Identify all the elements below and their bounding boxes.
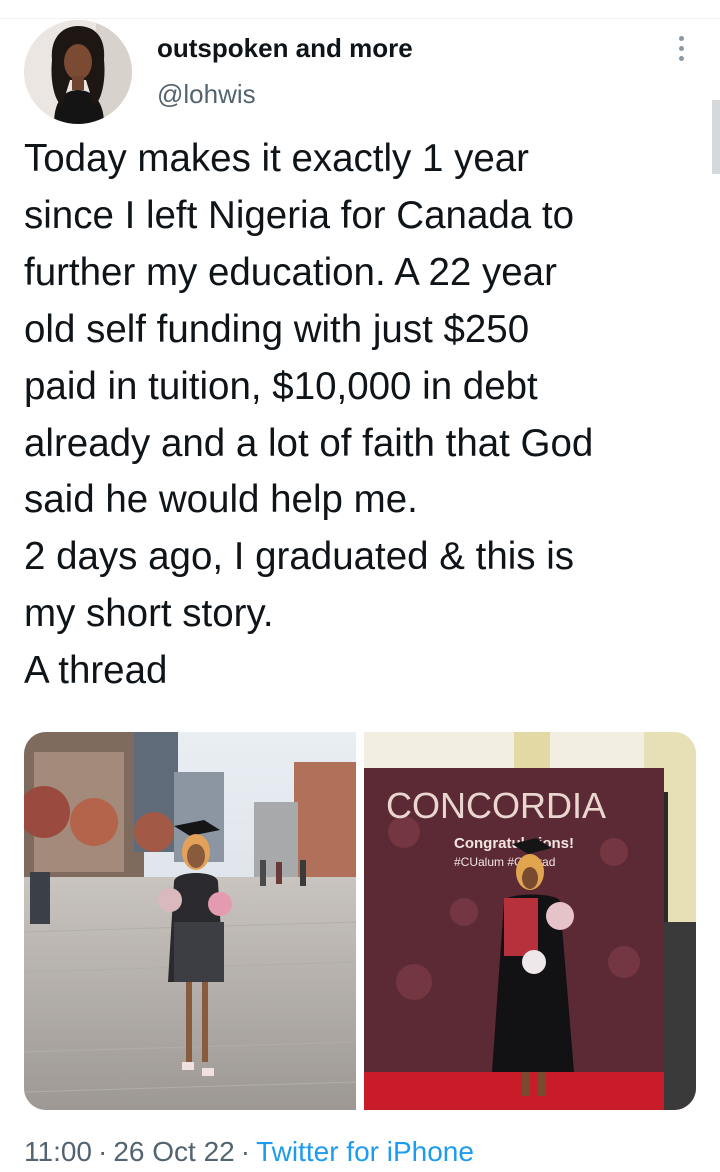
photo-concordia-backdrop: CONCORDIA Congratulations! #CUalum #CUgr… — [364, 732, 696, 1110]
tweet-source-link[interactable]: Twitter for iPhone — [256, 1136, 474, 1167]
tweet-text-line: Today makes it exactly 1 year — [24, 137, 529, 180]
tweet-text: Today makes it exactly 1 year since I le… — [24, 131, 704, 700]
meta-separator: · — [240, 1136, 251, 1167]
media-grid: CONCORDIA Congratulations! #CUalum #CUgr… — [24, 732, 696, 1110]
tweet-text-line: further my education. A 22 year — [24, 250, 557, 294]
more-vertical-icon-dot-2 — [678, 45, 684, 51]
avatar-photo — [24, 20, 132, 124]
tweet-date[interactable]: 26 Oct 22 — [113, 1136, 234, 1167]
tweet-text-line: A thread — [24, 649, 168, 693]
media-photo-concordia[interactable]: CONCORDIA Congratulations! #CUalum #CUgr… — [364, 732, 696, 1110]
media-photo-street[interactable] — [24, 732, 356, 1110]
tweet-text-line: my short story. — [24, 592, 274, 636]
backdrop-title: CONCORDIA — [386, 785, 606, 826]
more-vertical-icon — [678, 35, 684, 41]
tweet-text-line: 2 days ago, I graduated & this is — [24, 535, 575, 579]
display-name[interactable]: outspoken and more — [157, 30, 413, 66]
tweet-text-line: old self funding with just $250 — [24, 307, 530, 351]
more-options-button[interactable] — [664, 30, 698, 66]
tweet-text-line: already and a lot of faith that God — [24, 421, 594, 465]
tweet-time[interactable]: 11:00 — [24, 1136, 92, 1167]
tweet-meta: 11:00 · 26 Oct 22 · Twitter for iPhone — [24, 1132, 474, 1172]
tweet-text-line: said he would help me. — [24, 478, 418, 522]
meta-separator: · — [98, 1136, 108, 1167]
avatar[interactable] — [24, 20, 132, 124]
tweet-text-line: since I left Nigeria for Canada to — [24, 193, 574, 237]
more-vertical-icon-dot-3 — [678, 55, 684, 61]
photo-street-graduate — [24, 732, 356, 1110]
tweet-text-line: paid in tuition, $10,000 in debt — [24, 364, 538, 408]
user-handle[interactable]: @lohwis — [157, 76, 256, 112]
top-divider — [0, 18, 720, 19]
scrollbar-thumb[interactable] — [712, 100, 720, 174]
